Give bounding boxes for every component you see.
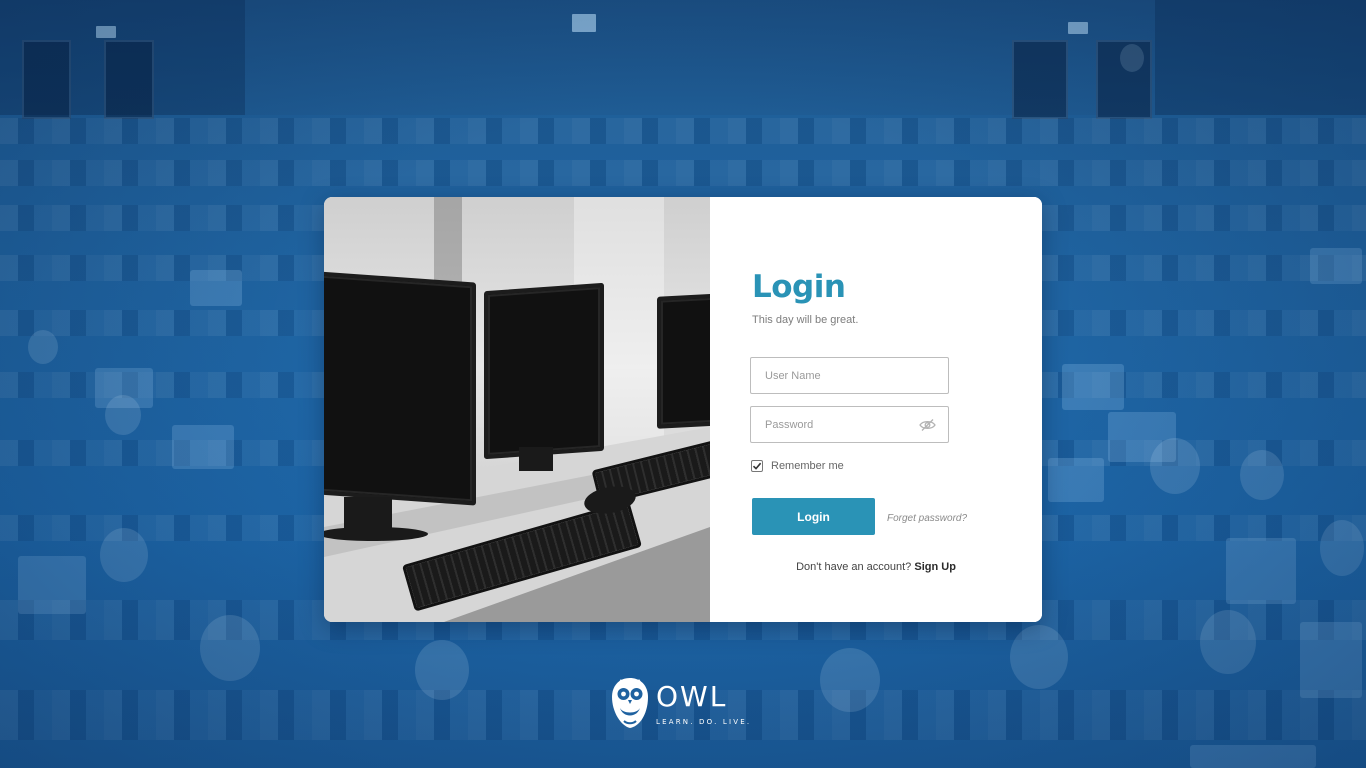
username-input[interactable]	[751, 358, 948, 393]
brand-tagline: LEARN. DO. LIVE.	[656, 718, 752, 726]
password-field[interactable]	[750, 406, 949, 443]
forgot-password-link[interactable]: Forget password?	[887, 513, 967, 524]
page-subtitle: This day will be great.	[752, 314, 859, 326]
brand-logo: OWL LEARN. DO. LIVE.	[611, 676, 757, 732]
photo-monitor-middle	[484, 282, 604, 460]
photo-monitor-stand	[344, 497, 392, 531]
login-button[interactable]: Login	[752, 498, 875, 535]
brand-name: OWL	[656, 680, 728, 713]
remember-me-checkbox[interactable]	[751, 460, 763, 472]
login-form: Login This day will be great. Remember m…	[710, 197, 1042, 622]
checkmark-icon	[752, 462, 762, 470]
username-field[interactable]	[750, 357, 949, 394]
photo-monitor-back	[657, 293, 710, 429]
photo-monitor-stand	[519, 447, 553, 471]
remember-me-label: Remember me	[771, 460, 844, 472]
photo-monitor-front	[324, 271, 476, 506]
login-card: Login This day will be great. Remember m…	[324, 197, 1042, 622]
owl-icon	[612, 678, 648, 728]
signup-row: Don't have an account? Sign Up	[710, 561, 1042, 573]
eye-icon[interactable]	[919, 418, 936, 432]
signup-prompt: Don't have an account?	[796, 561, 912, 573]
signup-link[interactable]: Sign Up	[914, 561, 956, 573]
remember-me-row: Remember me	[751, 459, 844, 473]
computer-lab-photo	[324, 197, 710, 622]
page-title: Login	[752, 269, 846, 305]
